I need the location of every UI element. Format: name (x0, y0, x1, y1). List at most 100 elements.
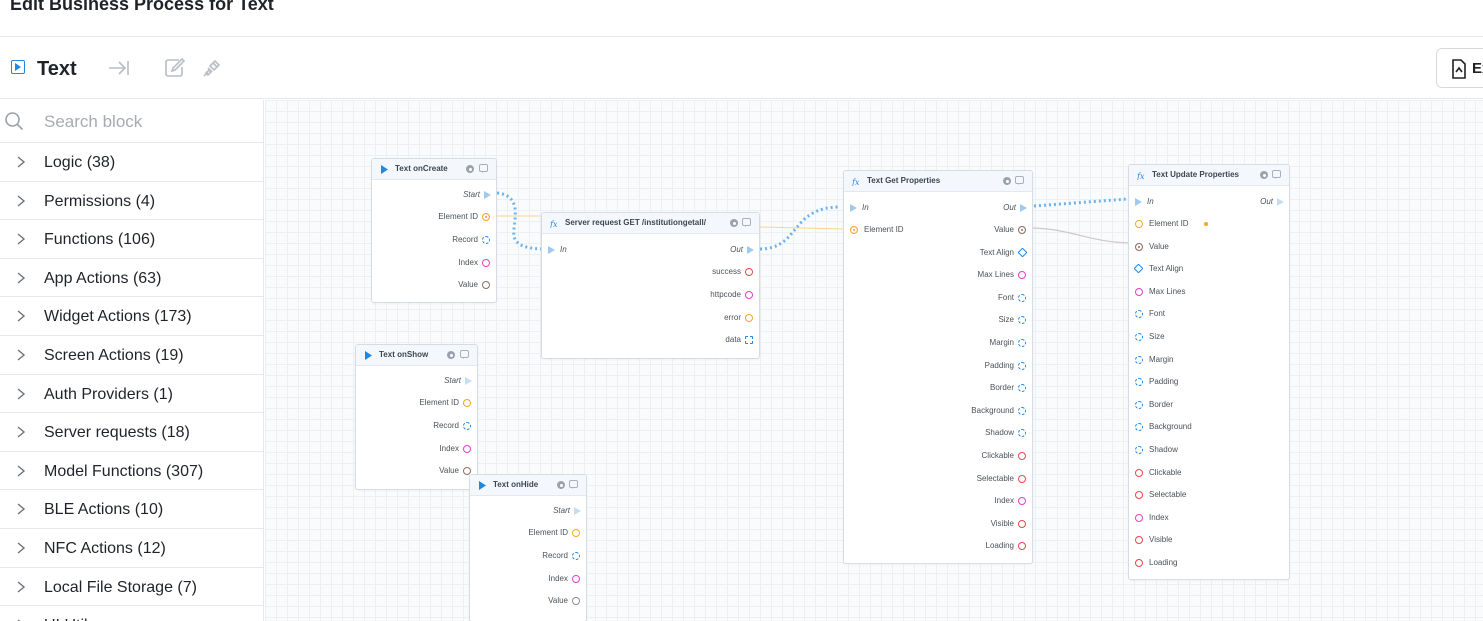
comment-icon[interactable] (460, 350, 469, 359)
play-icon[interactable] (11, 60, 25, 74)
port-element-id[interactable]: Element ID (1135, 218, 1275, 230)
port-success[interactable]: success (642, 266, 757, 278)
port-out[interactable]: Out (642, 244, 757, 256)
port-loading[interactable]: Loading (1135, 557, 1275, 569)
port-in[interactable]: In (1135, 196, 1195, 208)
port-visible[interactable]: Visible (904, 518, 1030, 530)
port-out[interactable]: Out (944, 202, 1030, 214)
gear-icon[interactable] (730, 219, 738, 227)
gear-icon[interactable] (1003, 177, 1011, 185)
port-record[interactable]: Record (356, 420, 475, 432)
port-border[interactable]: Border (904, 382, 1030, 394)
port-text-align[interactable]: Text Align (1133, 263, 1275, 275)
port-clickable[interactable]: Clickable (1135, 467, 1275, 479)
gear-icon[interactable] (557, 481, 565, 489)
port-clickable[interactable]: Clickable (904, 450, 1030, 462)
port-selectable[interactable]: Selectable (1135, 489, 1275, 501)
port-in[interactable]: In (548, 244, 608, 256)
node-text-onhide[interactable]: Text onHide Start Element ID Record Inde… (469, 474, 587, 621)
category-item[interactable]: Screen Actions (19) (0, 336, 263, 375)
category-item[interactable]: Functions (106) (0, 220, 263, 259)
port-index[interactable]: Index (470, 573, 584, 585)
port-httpcode[interactable]: httpcode (642, 289, 757, 301)
port-background[interactable]: Background (904, 405, 1030, 417)
port-value[interactable]: Value (904, 224, 1030, 236)
port-data[interactable]: data (642, 334, 757, 346)
port-max-lines[interactable]: Max Lines (904, 269, 1030, 281)
category-item[interactable]: Widget Actions (173) (0, 297, 263, 336)
node-text-oncreate[interactable]: Text onCreate Start Element ID Record In… (371, 158, 497, 303)
port-start[interactable]: Start (356, 375, 475, 387)
node-text-onshow[interactable]: Text onShow Start Element ID Record Inde… (355, 344, 478, 490)
category-label: Model Functions (307) (44, 462, 204, 480)
port-start[interactable]: Start (470, 505, 584, 517)
port-padding[interactable]: Padding (904, 360, 1030, 372)
category-item[interactable]: Auth Providers (1) (0, 375, 263, 414)
port-dot-icon (1135, 400, 1143, 409)
node-text-get-properties[interactable]: fx Text Get Properties In Element ID Val… (843, 170, 1033, 564)
port-index[interactable]: Index (356, 443, 475, 455)
gear-icon[interactable] (447, 351, 455, 359)
port-element-id[interactable]: Element ID (372, 211, 494, 223)
comment-icon[interactable] (1272, 170, 1281, 179)
gear-icon[interactable] (1260, 171, 1268, 179)
category-item[interactable]: Server requests (18) (0, 413, 263, 452)
port-background[interactable]: Background (1135, 421, 1275, 433)
node-title: Text Update Properties (1152, 170, 1239, 179)
port-record[interactable]: Record (372, 234, 494, 246)
port-margin[interactable]: Margin (1135, 354, 1275, 366)
port-start[interactable]: Start (372, 189, 494, 201)
category-item[interactable]: Logic (38) (0, 143, 263, 182)
port-shadow[interactable]: Shadow (1135, 444, 1275, 456)
port-text-align[interactable]: Text Align (904, 247, 1030, 259)
category-item[interactable]: App Actions (63) (0, 259, 263, 298)
port-value[interactable]: Value (372, 279, 494, 291)
comment-icon[interactable] (1015, 176, 1024, 185)
category-label: Widget Actions (173) (44, 308, 192, 326)
port-in[interactable]: In (850, 202, 910, 214)
port-value[interactable]: Value (470, 595, 584, 607)
chevron-right-icon (17, 156, 26, 168)
port-border[interactable]: Border (1135, 399, 1275, 411)
category-item[interactable]: Permissions (4) (0, 182, 263, 221)
port-error[interactable]: error (642, 312, 757, 324)
comment-icon[interactable] (479, 164, 488, 173)
port-selectable[interactable]: Selectable (904, 473, 1030, 485)
port-font[interactable]: Font (904, 292, 1030, 304)
node-text-update-properties[interactable]: fx Text Update Properties In Out Element… (1128, 164, 1290, 580)
port-visible[interactable]: Visible (1135, 534, 1275, 546)
port-record[interactable]: Record (470, 550, 584, 562)
search-input[interactable] (44, 109, 244, 135)
port-font[interactable]: Font (1135, 308, 1275, 320)
category-item[interactable]: NFC Actions (12) (0, 529, 263, 568)
plug-icon[interactable] (199, 55, 225, 81)
category-item[interactable]: Model Functions (307) (0, 452, 263, 491)
port-element-id[interactable]: Element ID (470, 527, 584, 539)
category-label: App Actions (63) (44, 269, 162, 287)
category-item[interactable]: Local File Storage (7) (0, 568, 263, 607)
port-padding[interactable]: Padding (1135, 376, 1275, 388)
gear-icon[interactable] (466, 165, 474, 173)
port-index[interactable]: Index (372, 257, 494, 269)
port-index[interactable]: Index (1135, 512, 1275, 524)
port-value[interactable]: Value (356, 465, 475, 477)
export-button[interactable]: Ex (1436, 48, 1483, 88)
flow-arrow-icon (1135, 198, 1142, 206)
port-out[interactable]: Out (1219, 196, 1287, 208)
port-max-lines[interactable]: Max Lines (1135, 286, 1275, 298)
port-size[interactable]: Size (1135, 331, 1275, 343)
port-margin[interactable]: Margin (904, 337, 1030, 349)
category-item[interactable]: BLE Actions (10) (0, 490, 263, 529)
edit-icon[interactable] (161, 55, 187, 81)
comment-icon[interactable] (569, 480, 578, 489)
port-shadow[interactable]: Shadow (904, 427, 1030, 439)
port-index[interactable]: Index (904, 495, 1030, 507)
port-value[interactable]: Value (1135, 241, 1275, 253)
port-element-id[interactable]: Element ID (356, 397, 475, 409)
node-server-request[interactable]: fx Server request GET /institutiongetall… (541, 212, 760, 359)
port-loading[interactable]: Loading (904, 540, 1030, 552)
collapse-arrow-icon[interactable] (106, 55, 132, 81)
port-size[interactable]: Size (904, 314, 1030, 326)
category-item[interactable]: UI Utils (0, 606, 263, 621)
comment-icon[interactable] (742, 218, 751, 227)
